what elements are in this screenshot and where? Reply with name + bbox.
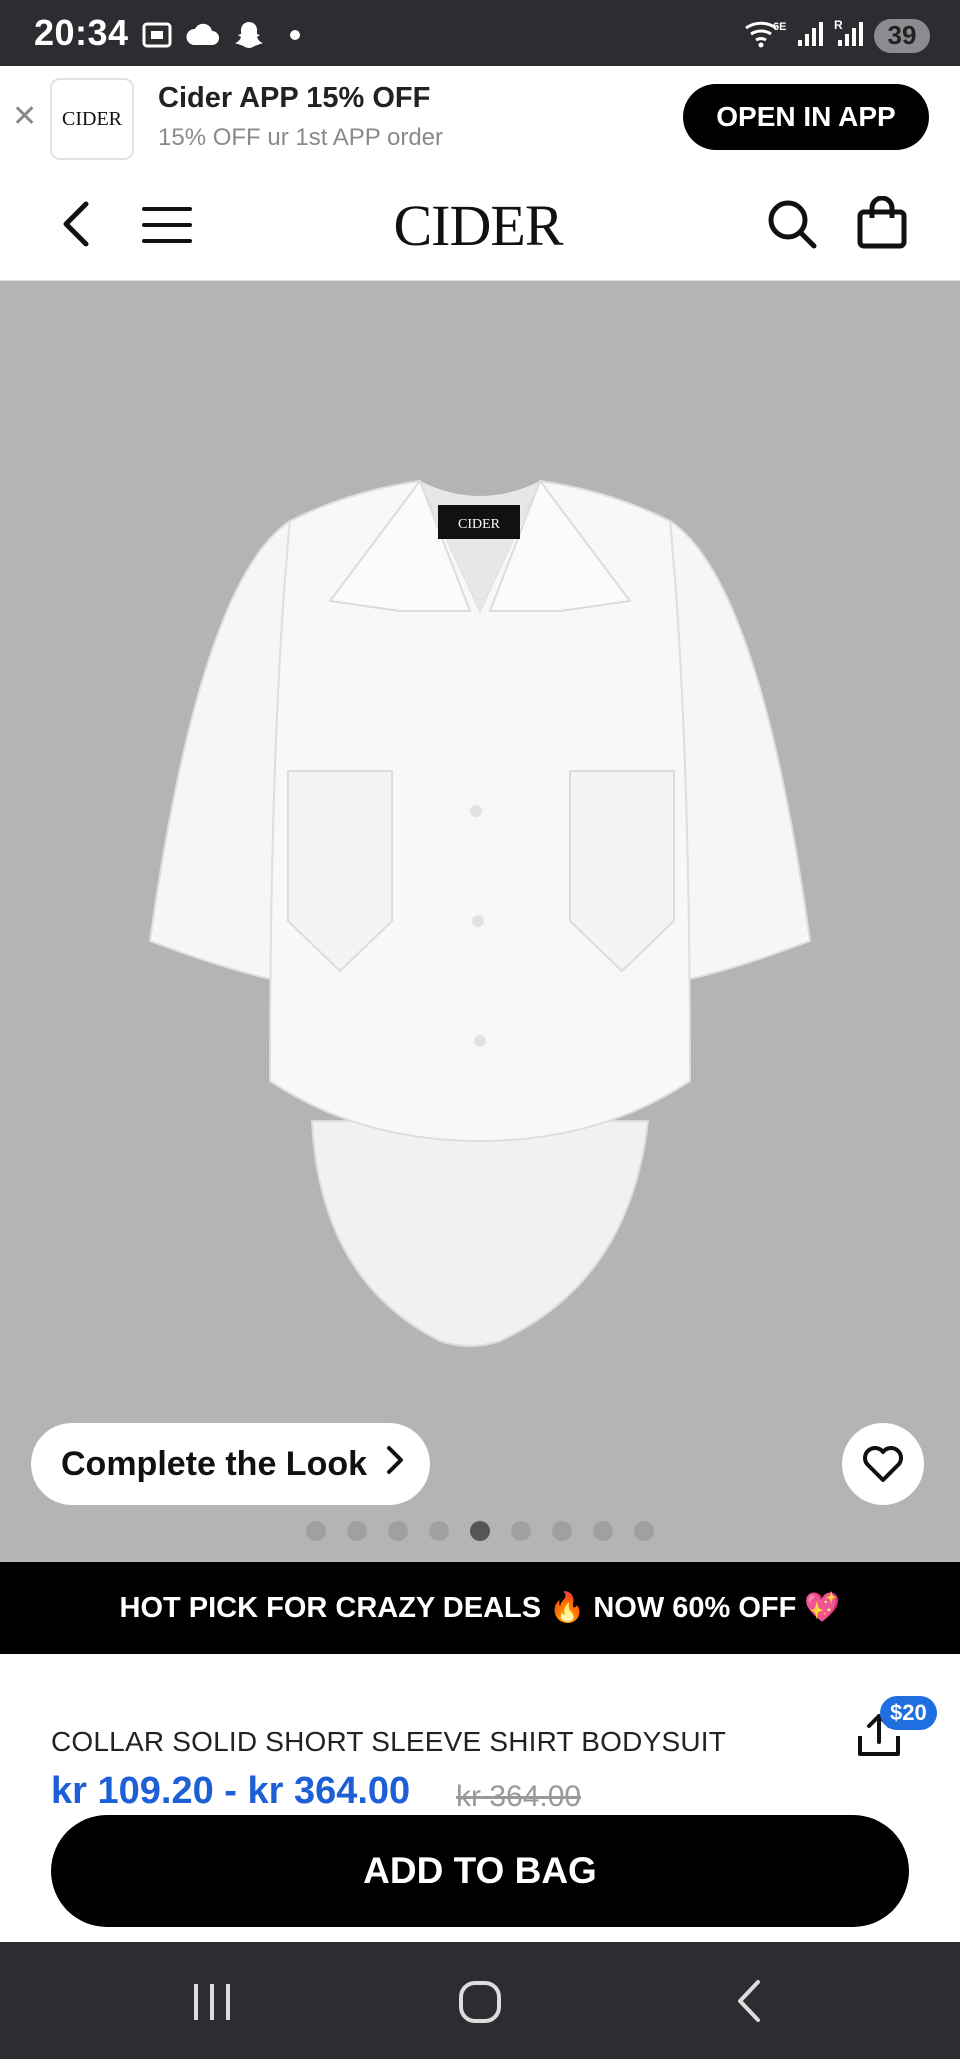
shirt-bodysuit-illustration: CIDER bbox=[148, 478, 812, 1347]
system-navigation-bar bbox=[0, 1942, 960, 2059]
screenshot-icon bbox=[140, 20, 174, 50]
pagination-dot[interactable] bbox=[511, 1521, 531, 1541]
promo-title: Cider APP 15% OFF bbox=[158, 82, 431, 114]
system-back-icon[interactable] bbox=[732, 1978, 766, 2029]
back-arrow-icon[interactable] bbox=[56, 200, 96, 253]
share-reward-badge: $20 bbox=[880, 1696, 937, 1730]
pagination-dot[interactable] bbox=[634, 1521, 654, 1541]
chevron-right-icon bbox=[385, 1445, 405, 1484]
status-bar: 20:34 6E R 39 bbox=[0, 0, 960, 66]
cloud-icon bbox=[186, 20, 220, 50]
site-header: CIDER bbox=[0, 168, 960, 281]
shopping-bag-icon[interactable] bbox=[856, 195, 908, 255]
complete-the-look-button[interactable]: Complete the Look bbox=[31, 1423, 430, 1505]
hamburger-menu-icon[interactable] bbox=[140, 204, 194, 251]
gallery-pagination bbox=[0, 1521, 960, 1541]
product-image[interactable]: CIDER bbox=[0, 281, 960, 1562]
brand-logo[interactable]: CIDER bbox=[378, 192, 578, 259]
status-icons-right: 6E R 39 bbox=[742, 18, 930, 53]
search-icon[interactable] bbox=[766, 198, 818, 255]
add-to-bag-button[interactable]: ADD TO BAG bbox=[51, 1815, 909, 1927]
deal-banner[interactable]: HOT PICK FOR CRAZY DEALS 🔥 NOW 60% OFF 💖 bbox=[0, 1562, 960, 1654]
pagination-dot[interactable] bbox=[306, 1521, 326, 1541]
status-icons-left bbox=[140, 20, 312, 50]
original-price: kr 364.00 bbox=[456, 1780, 582, 1813]
status-time: 20:34 bbox=[34, 12, 129, 53]
promo-subtitle: 15% OFF ur 1st APP order bbox=[158, 124, 444, 151]
battery-indicator: 39 bbox=[874, 18, 930, 53]
complete-the-look-label: Complete the Look bbox=[61, 1444, 368, 1483]
pagination-dot[interactable] bbox=[347, 1521, 367, 1541]
pagination-dot[interactable] bbox=[552, 1521, 572, 1541]
svg-text:CIDER: CIDER bbox=[458, 517, 501, 532]
signal-icon bbox=[796, 18, 824, 53]
pagination-dot[interactable] bbox=[429, 1521, 449, 1541]
product-price: kr 109.20 - kr 364.00 bbox=[51, 1770, 411, 1812]
app-promo-banner: ✕ CIDER Cider APP 15% OFF 15% OFF ur 1st… bbox=[0, 66, 960, 169]
open-in-app-button[interactable]: OPEN IN APP bbox=[683, 84, 929, 150]
product-title: COLLAR SOLID SHORT SLEEVE SHIRT BODYSUIT bbox=[51, 1726, 727, 1757]
dot-icon bbox=[278, 20, 312, 50]
svg-text:6E: 6E bbox=[773, 21, 786, 33]
pagination-dot-active[interactable] bbox=[470, 1521, 490, 1541]
wishlist-heart-icon[interactable] bbox=[842, 1423, 924, 1505]
recent-apps-icon[interactable] bbox=[190, 1980, 234, 2029]
wifi-6e-icon: 6E bbox=[742, 18, 786, 53]
snapchat-icon bbox=[232, 20, 266, 50]
pagination-dot[interactable] bbox=[388, 1521, 408, 1541]
pagination-dot[interactable] bbox=[593, 1521, 613, 1541]
signal-r-icon: R bbox=[834, 18, 864, 53]
home-icon[interactable] bbox=[458, 1980, 502, 2029]
promo-app-logo: CIDER bbox=[50, 78, 134, 160]
close-icon[interactable]: ✕ bbox=[12, 102, 37, 132]
svg-text:R: R bbox=[834, 18, 843, 32]
